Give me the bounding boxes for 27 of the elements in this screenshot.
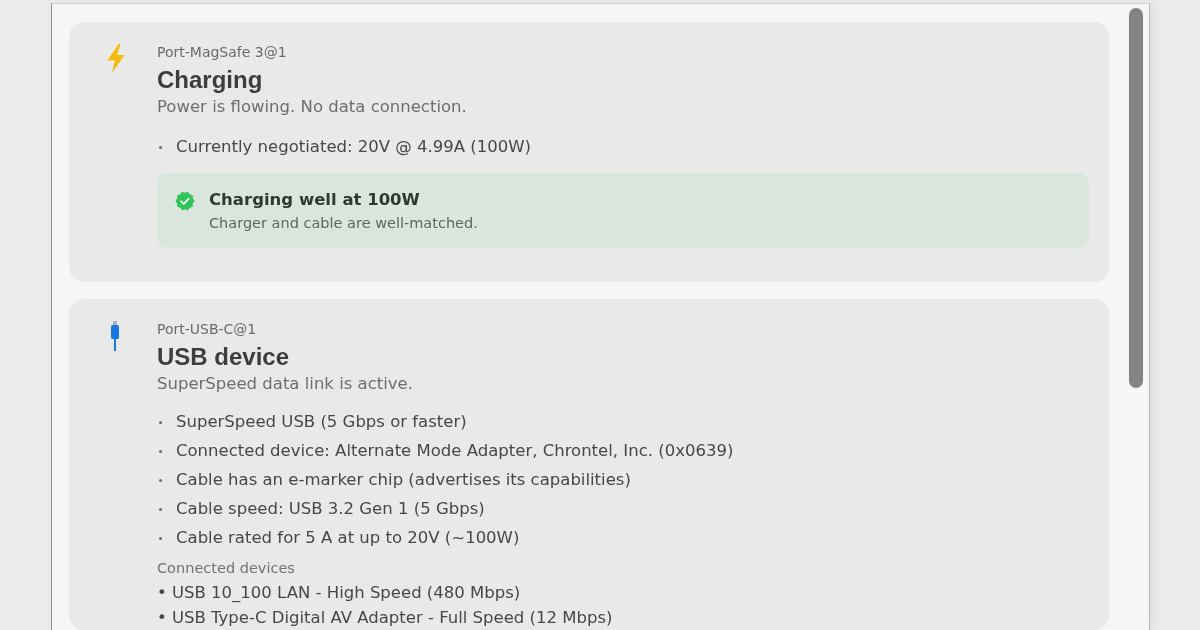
bullet-icon: [159, 449, 162, 453]
port-summary: SuperSpeed data link is active.: [157, 374, 414, 394]
detail-text: Connected device: Alternate Mode Adapter, Chrontel, Inc. (0x0639): [176, 440, 734, 462]
detail-text: Cable rated for 5 A at up to 20V (~100W): [176, 527, 520, 549]
port-name: Port-USB-C@1: [157, 321, 258, 338]
detail-text: Cable speed: USB 3.2 Gen 1 (5 Gbps): [176, 498, 485, 520]
check-badge-icon: [175, 191, 195, 211]
bullet-icon: [159, 536, 162, 540]
device-item: • USB Type-C Digital AV Adapter - Full Speed (12 Mbps): [157, 608, 614, 628]
port-summary: Power is flowing. No data connection.: [157, 97, 468, 117]
scrollbar-thumb[interactable]: [1129, 8, 1143, 388]
status-title: Charging well at 100W: [209, 189, 421, 210]
bullet-icon: [159, 507, 162, 511]
port-status-title: USB device: [157, 343, 291, 371]
port-name: Port-MagSafe 3@1: [157, 44, 288, 61]
bullet-icon: [159, 420, 162, 424]
detail-text: Cable has an e-marker chip (advertises its capabilities): [176, 469, 631, 491]
lightning-bolt-icon: [107, 44, 125, 73]
port-status-title: Charging: [157, 66, 264, 94]
bullet-icon: [159, 145, 162, 149]
detail-text: Currently negotiated: 20V @ 4.99A (100W): [176, 136, 532, 158]
usb-plug-icon: [110, 321, 120, 351]
bullet-icon: [159, 478, 162, 482]
status-text: Charger and cable are well-matched.: [209, 214, 478, 233]
detail-text: SuperSpeed USB (5 Gbps or faster): [176, 411, 467, 433]
section-heading: Connected devices: [157, 559, 296, 577]
device-item: • USB 10_100 LAN - High Speed (480 Mbps): [157, 583, 522, 603]
